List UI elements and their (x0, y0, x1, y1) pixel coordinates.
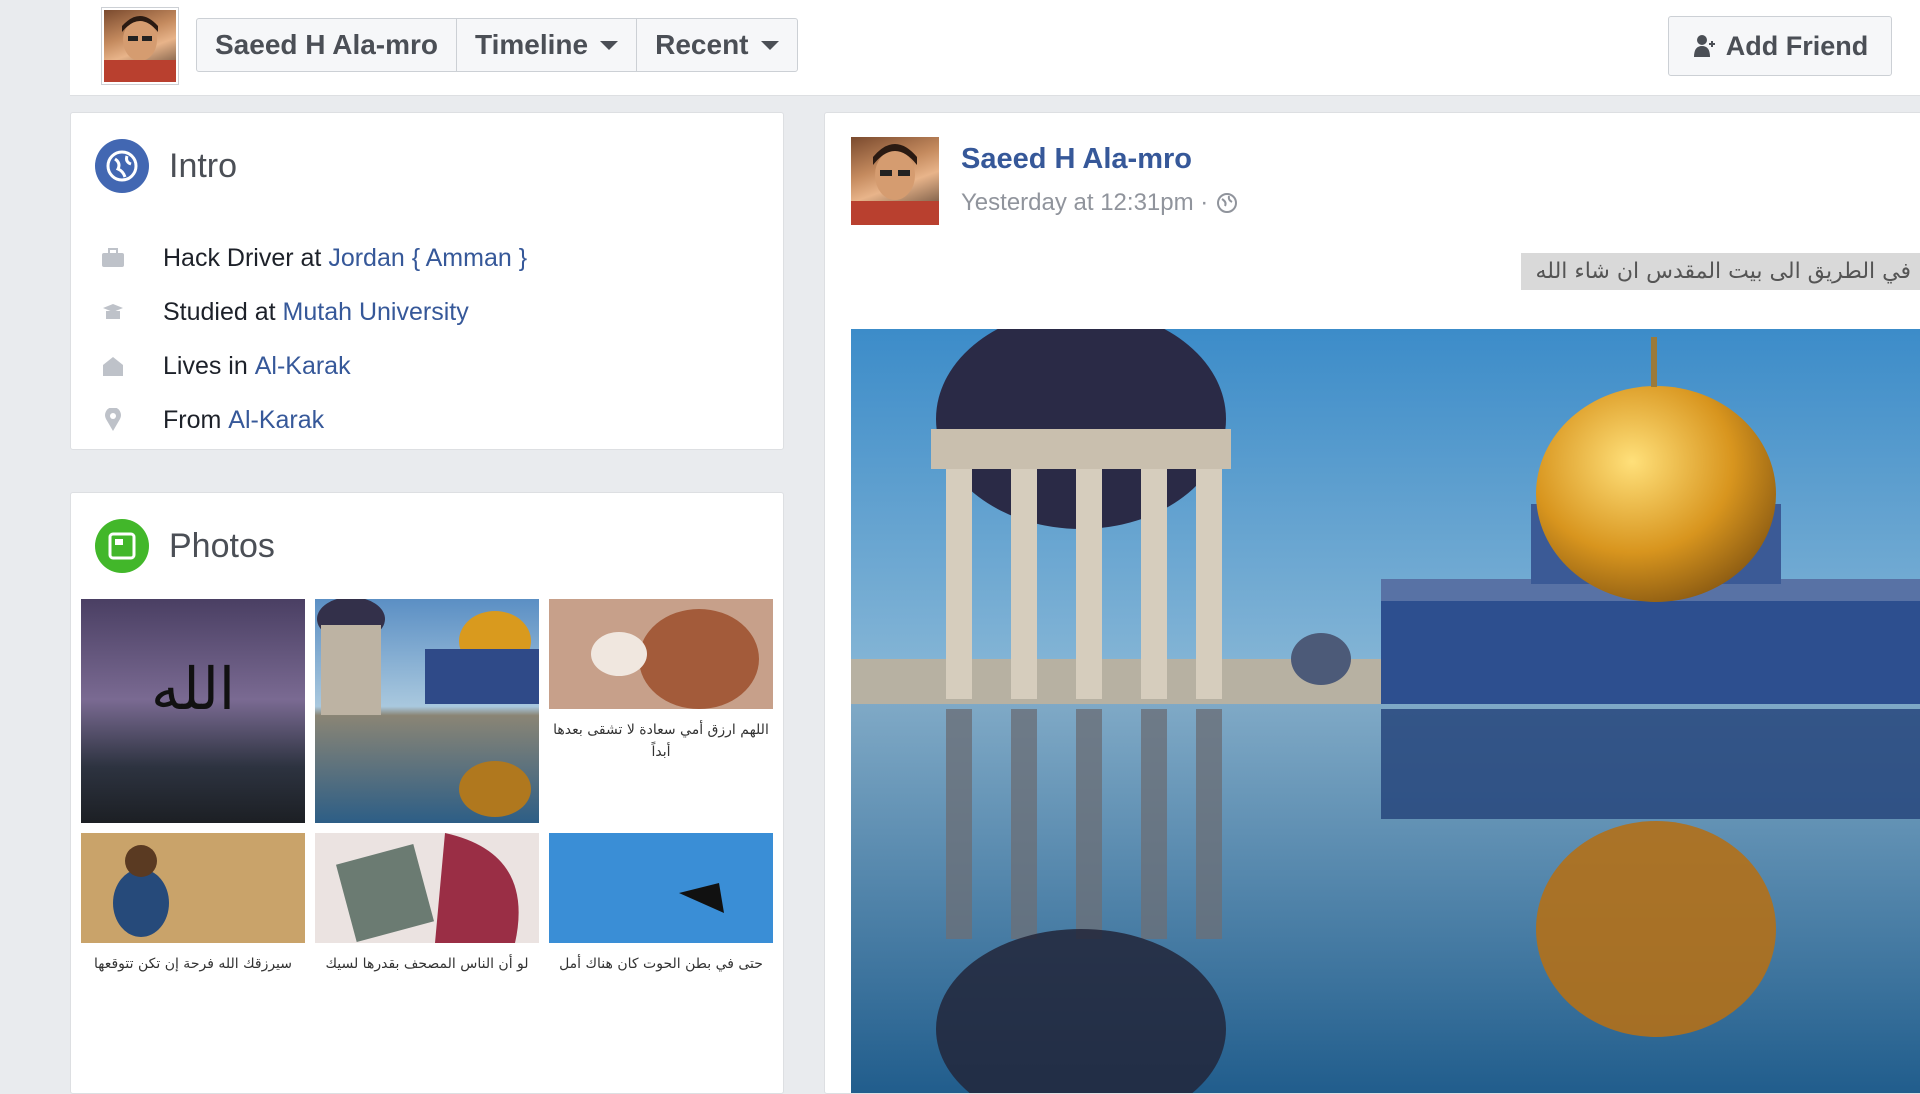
photo-thumb[interactable]: لو أن الناس المصحف بقدرها لسيك (315, 833, 539, 1057)
add-person-icon (1693, 35, 1715, 57)
intro-card: Intro Hack Driver at Jordan { Amman } St… (70, 112, 784, 450)
photo-icon (95, 519, 149, 573)
intro-work-link[interactable]: Jordan { Amman } (328, 244, 527, 273)
post-card: Saeed H Ala-mro Yesterday at 12:31pm · ف… (824, 112, 1920, 1094)
intro-lives-prefix: Lives in (163, 351, 255, 380)
add-friend-button[interactable]: Add Friend (1668, 16, 1892, 76)
timeline-dropdown[interactable]: Timeline (457, 19, 638, 71)
graduation-cap-icon (99, 300, 127, 324)
intro-from-prefix: From (163, 405, 229, 434)
photo-caption: سيرزقك الله فرحة إن تكن تتوقعها (81, 943, 305, 1057)
intro-education-prefix: Studied at (163, 297, 283, 326)
post-timestamp-row: Yesterday at 12:31pm · (961, 189, 1238, 217)
timeline-label: Timeline (475, 29, 589, 60)
post-author-name[interactable]: Saeed H Ala-mro (961, 143, 1192, 176)
add-friend-label: Add Friend (1725, 30, 1869, 61)
post-timestamp[interactable]: Yesterday at 12:31pm · (961, 189, 1208, 217)
photo-thumb[interactable]: حتى في بطن الحوت كان هناك أمل (549, 833, 773, 1057)
profile-name-button[interactable]: Saeed H Ala-mro (197, 19, 458, 71)
location-pin-icon (99, 408, 127, 432)
post-text: في الطريق الى بيت المقدس ان شاء الله (1521, 253, 1920, 290)
photo-thumb[interactable]: الله (81, 599, 305, 823)
photo-thumb[interactable]: سيرزقك الله فرحة إن تكن تتوقعها (81, 833, 305, 1057)
intro-title: Intro (169, 146, 238, 185)
globe-icon (95, 139, 149, 193)
profile-avatar[interactable] (102, 8, 178, 84)
intro-from-link[interactable]: Al-Karak (228, 406, 324, 435)
intro-item-lives: Lives in Al-Karak (99, 339, 527, 393)
chevron-down-icon (600, 40, 619, 50)
photo-caption: حتى في بطن الحوت كان هناك أمل (549, 943, 773, 1057)
photo-caption: اللهم ارزق أمي سعادة لا تشقى بعدها أبداً (549, 709, 773, 823)
intro-work-prefix: Hack Driver at (163, 243, 329, 272)
post-photo[interactable] (851, 329, 1920, 1093)
photos-card: Photos الله اللهم ارزق أمي سعادة لا تشقى… (70, 492, 784, 1094)
recent-label: Recent (655, 29, 749, 60)
intro-lives-link[interactable]: Al-Karak (255, 352, 351, 381)
intro-item-education: Studied at Mutah University (99, 285, 527, 339)
intro-item-work: Hack Driver at Jordan { Amman } (99, 231, 527, 285)
photo-caption: لو أن الناس المصحف بقدرها لسيك (315, 943, 539, 1057)
intro-item-from: From Al-Karak (99, 393, 527, 447)
globe-icon (1217, 193, 1238, 213)
recent-dropdown[interactable]: Recent (637, 19, 796, 71)
photo-thumb[interactable]: اللهم ارزق أمي سعادة لا تشقى بعدها أبداً (549, 599, 773, 823)
profile-nav: Saeed H Ala-mro Timeline Recent (196, 18, 798, 72)
chevron-down-icon (760, 40, 779, 50)
house-icon (99, 354, 127, 378)
photo-grid: الله اللهم ارزق أمي سعادة لا تشقى بعدها … (81, 599, 773, 1057)
post-author-avatar[interactable] (851, 137, 939, 225)
briefcase-icon (99, 246, 127, 270)
profile-header-bar: Saeed H Ala-mro Timeline Recent Add Frie… (70, 0, 1920, 96)
intro-education-link[interactable]: Mutah University (283, 298, 469, 327)
photo-thumb[interactable] (315, 599, 539, 823)
svg-text:الله: الله (151, 655, 235, 723)
photos-title[interactable]: Photos (169, 527, 275, 566)
profile-name-label: Saeed H Ala-mro (215, 29, 439, 60)
